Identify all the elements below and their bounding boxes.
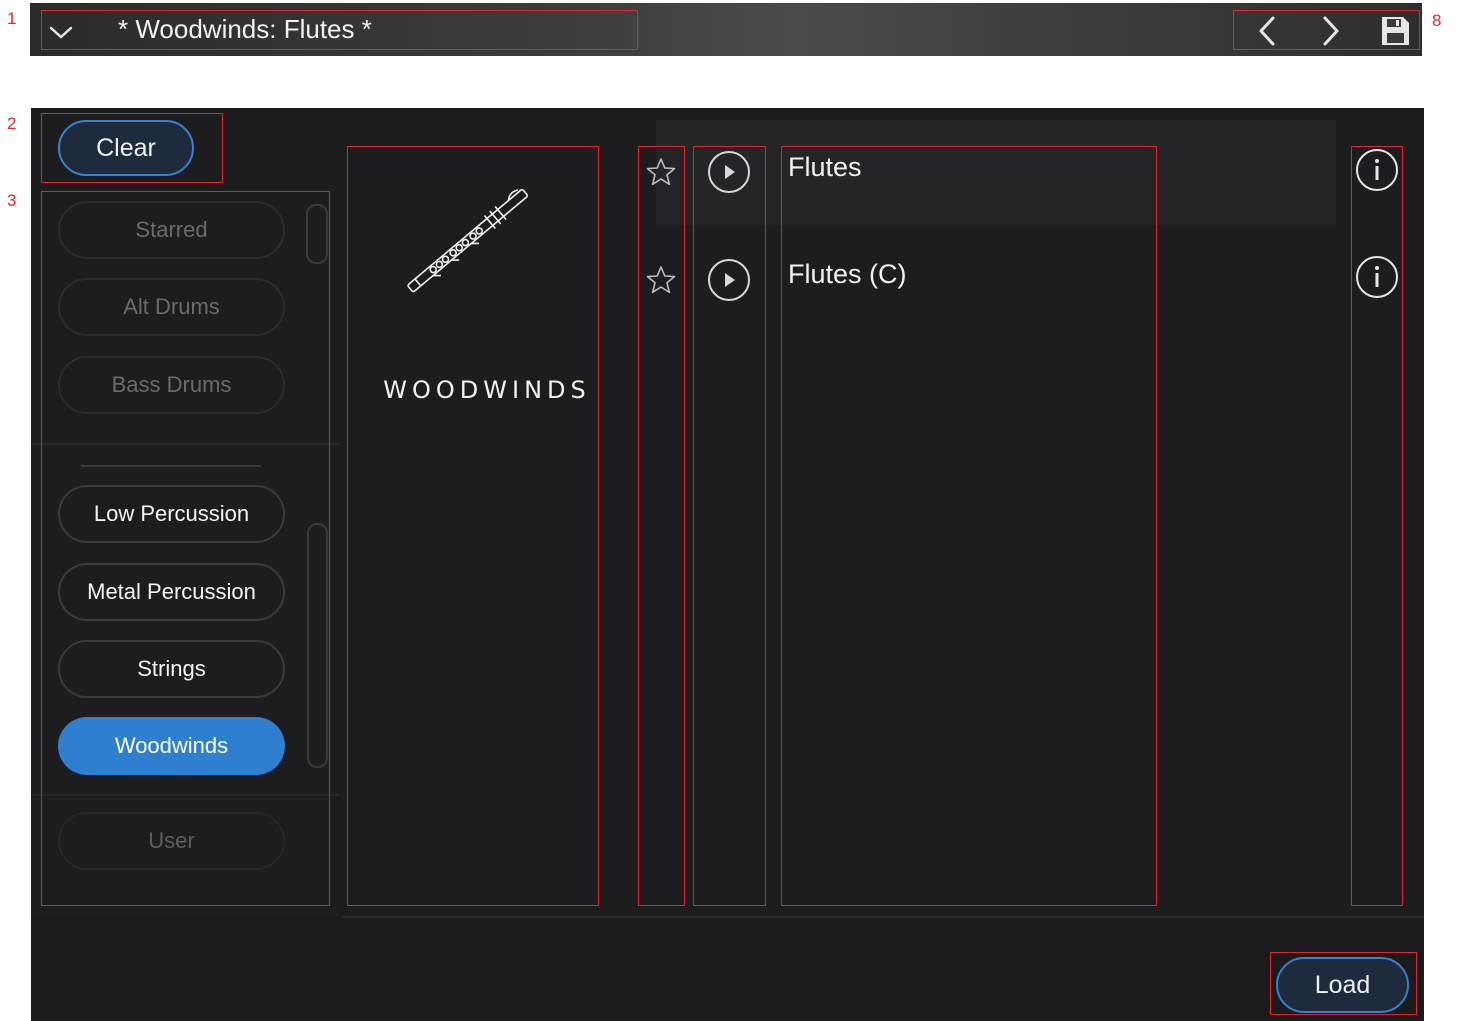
star-icon[interactable]: [645, 156, 677, 188]
flute-icon: [407, 188, 529, 293]
chevron-down-icon[interactable]: [46, 17, 76, 47]
category-woodwinds[interactable]: Woodwinds: [58, 717, 285, 775]
chevron-right-icon[interactable]: [1312, 13, 1348, 49]
annotation-1: 1: [7, 9, 17, 28]
category-strings[interactable]: Strings: [58, 640, 285, 698]
category-bass-drums[interactable]: Bass Drums: [58, 356, 285, 414]
preset-header-bar: * Woodwinds: Flutes *: [30, 3, 1422, 56]
info-icon[interactable]: [1355, 148, 1399, 192]
clipped-item-edge: [81, 465, 261, 467]
scrollbar-top[interactable]: [306, 204, 328, 264]
annotation-2: 2: [7, 114, 17, 133]
category-user[interactable]: User: [58, 812, 285, 870]
preset-row-highlight: [656, 120, 1336, 225]
play-icon[interactable]: [707, 150, 751, 194]
annotation-8: 8: [1432, 11, 1442, 30]
load-button[interactable]: Load: [1276, 957, 1409, 1013]
star-icon[interactable]: [645, 264, 677, 296]
preset-item-flutes-c[interactable]: Flutes (C): [788, 259, 907, 290]
group-separator: [31, 794, 339, 796]
instrument-caption: WOODWINDS: [383, 376, 591, 404]
preset-title[interactable]: * Woodwinds: Flutes *: [118, 14, 372, 45]
category-starred[interactable]: Starred: [58, 201, 285, 259]
scrollbar-middle[interactable]: [307, 523, 328, 768]
footer-bar: [31, 918, 1424, 1021]
group-separator: [31, 443, 339, 445]
category-metal-percussion[interactable]: Metal Percussion: [58, 563, 285, 621]
info-icon[interactable]: [1355, 255, 1399, 299]
preset-item-flutes[interactable]: Flutes: [788, 152, 862, 183]
chevron-left-icon[interactable]: [1250, 13, 1286, 49]
category-low-percussion[interactable]: Low Percussion: [58, 485, 285, 543]
clear-button[interactable]: Clear: [58, 120, 194, 176]
category-alt-drums[interactable]: Alt Drums: [58, 278, 285, 336]
annotation-3: 3: [7, 191, 17, 210]
divider: [342, 916, 1424, 918]
floppy-disk-icon[interactable]: [1377, 13, 1413, 49]
play-icon[interactable]: [707, 258, 751, 302]
browser-panel: Clear Starred Alt Drums Bass Drums Low P…: [31, 108, 1424, 1021]
